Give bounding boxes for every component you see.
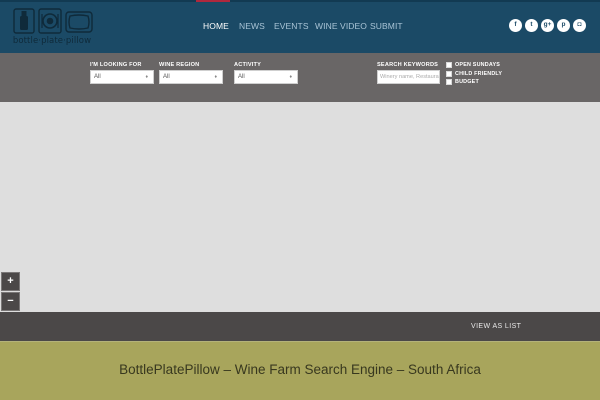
map-area[interactable]: + − <box>0 102 600 312</box>
search-filter-bar: I'M LOOKING FOR All ♦ WINE REGION All ♦ … <box>0 53 600 102</box>
looking-for-label: I'M LOOKING FOR <box>90 62 142 68</box>
activity-value: All <box>238 74 245 80</box>
activity-select[interactable]: All ♦ <box>234 70 298 84</box>
pinterest-glyph: p <box>561 21 566 29</box>
nav-news[interactable]: NEWS <box>239 21 265 31</box>
child-friendly-label: CHILD FRIENDLY <box>455 70 503 77</box>
open-sundays-label: OPEN SUNDAYS <box>455 61 501 68</box>
budget-option[interactable]: BUDGET <box>446 78 479 85</box>
list-toggle-bar: VIEW AS LIST <box>0 312 600 341</box>
search-keywords-label: SEARCH KEYWORDS <box>377 62 439 68</box>
pinterest-icon[interactable]: p <box>557 19 570 32</box>
wine-region-label: WINE REGION <box>159 62 200 68</box>
child-friendly-option[interactable]: CHILD FRIENDLY <box>446 70 502 77</box>
nav-submit[interactable]: SUBMIT <box>370 21 403 31</box>
instagram-glyph: ◘ <box>577 21 582 29</box>
view-as-list-link[interactable]: VIEW AS LIST <box>471 323 521 330</box>
header-top-line <box>0 0 600 2</box>
wine-region-select[interactable]: All ♦ <box>159 70 223 84</box>
google-plus-glyph: g+ <box>543 21 552 29</box>
nav-home[interactable]: HOME <box>203 21 229 31</box>
child-friendly-checkbox[interactable] <box>446 70 452 77</box>
chevron-down-icon: ♦ <box>214 74 217 80</box>
logo-icon <box>13 8 93 34</box>
chevron-down-icon: ♦ <box>289 74 292 80</box>
site-footer: BottlePlatePillow – Wine Farm Search Eng… <box>0 341 600 400</box>
search-input[interactable] <box>377 70 440 84</box>
logo-text: bottle·plate·pillow <box>12 36 92 46</box>
budget-checkbox[interactable] <box>446 78 452 85</box>
looking-for-value: All <box>94 74 101 80</box>
chevron-down-icon: ♦ <box>145 74 148 80</box>
nav-events[interactable]: EVENTS <box>274 21 309 31</box>
zoom-out-button[interactable]: − <box>1 292 20 311</box>
facebook-glyph: f <box>514 21 517 29</box>
budget-label: BUDGET <box>455 78 479 85</box>
twitter-icon[interactable]: t <box>525 19 538 32</box>
facebook-icon[interactable]: f <box>509 19 522 32</box>
open-sundays-option[interactable]: OPEN SUNDAYS <box>446 61 500 68</box>
activity-label: ACTIVITY <box>234 62 262 68</box>
instagram-icon[interactable]: ◘ <box>573 19 586 32</box>
zoom-in-button[interactable]: + <box>1 272 20 291</box>
site-logo[interactable]: bottle·plate·pillow <box>11 8 93 46</box>
nav-wine-video[interactable]: WINE VIDEO <box>315 21 367 31</box>
looking-for-select[interactable]: All ♦ <box>90 70 154 84</box>
google-plus-icon[interactable]: g+ <box>541 19 554 32</box>
twitter-glyph: t <box>530 21 533 29</box>
footer-title: BottlePlatePillow – Wine Farm Search Eng… <box>119 362 481 377</box>
site-header: bottle·plate·pillow HOME NEWS EVENTS WIN… <box>0 0 600 53</box>
active-nav-marker <box>196 0 230 2</box>
open-sundays-checkbox[interactable] <box>446 61 452 68</box>
wine-region-value: All <box>163 74 170 80</box>
